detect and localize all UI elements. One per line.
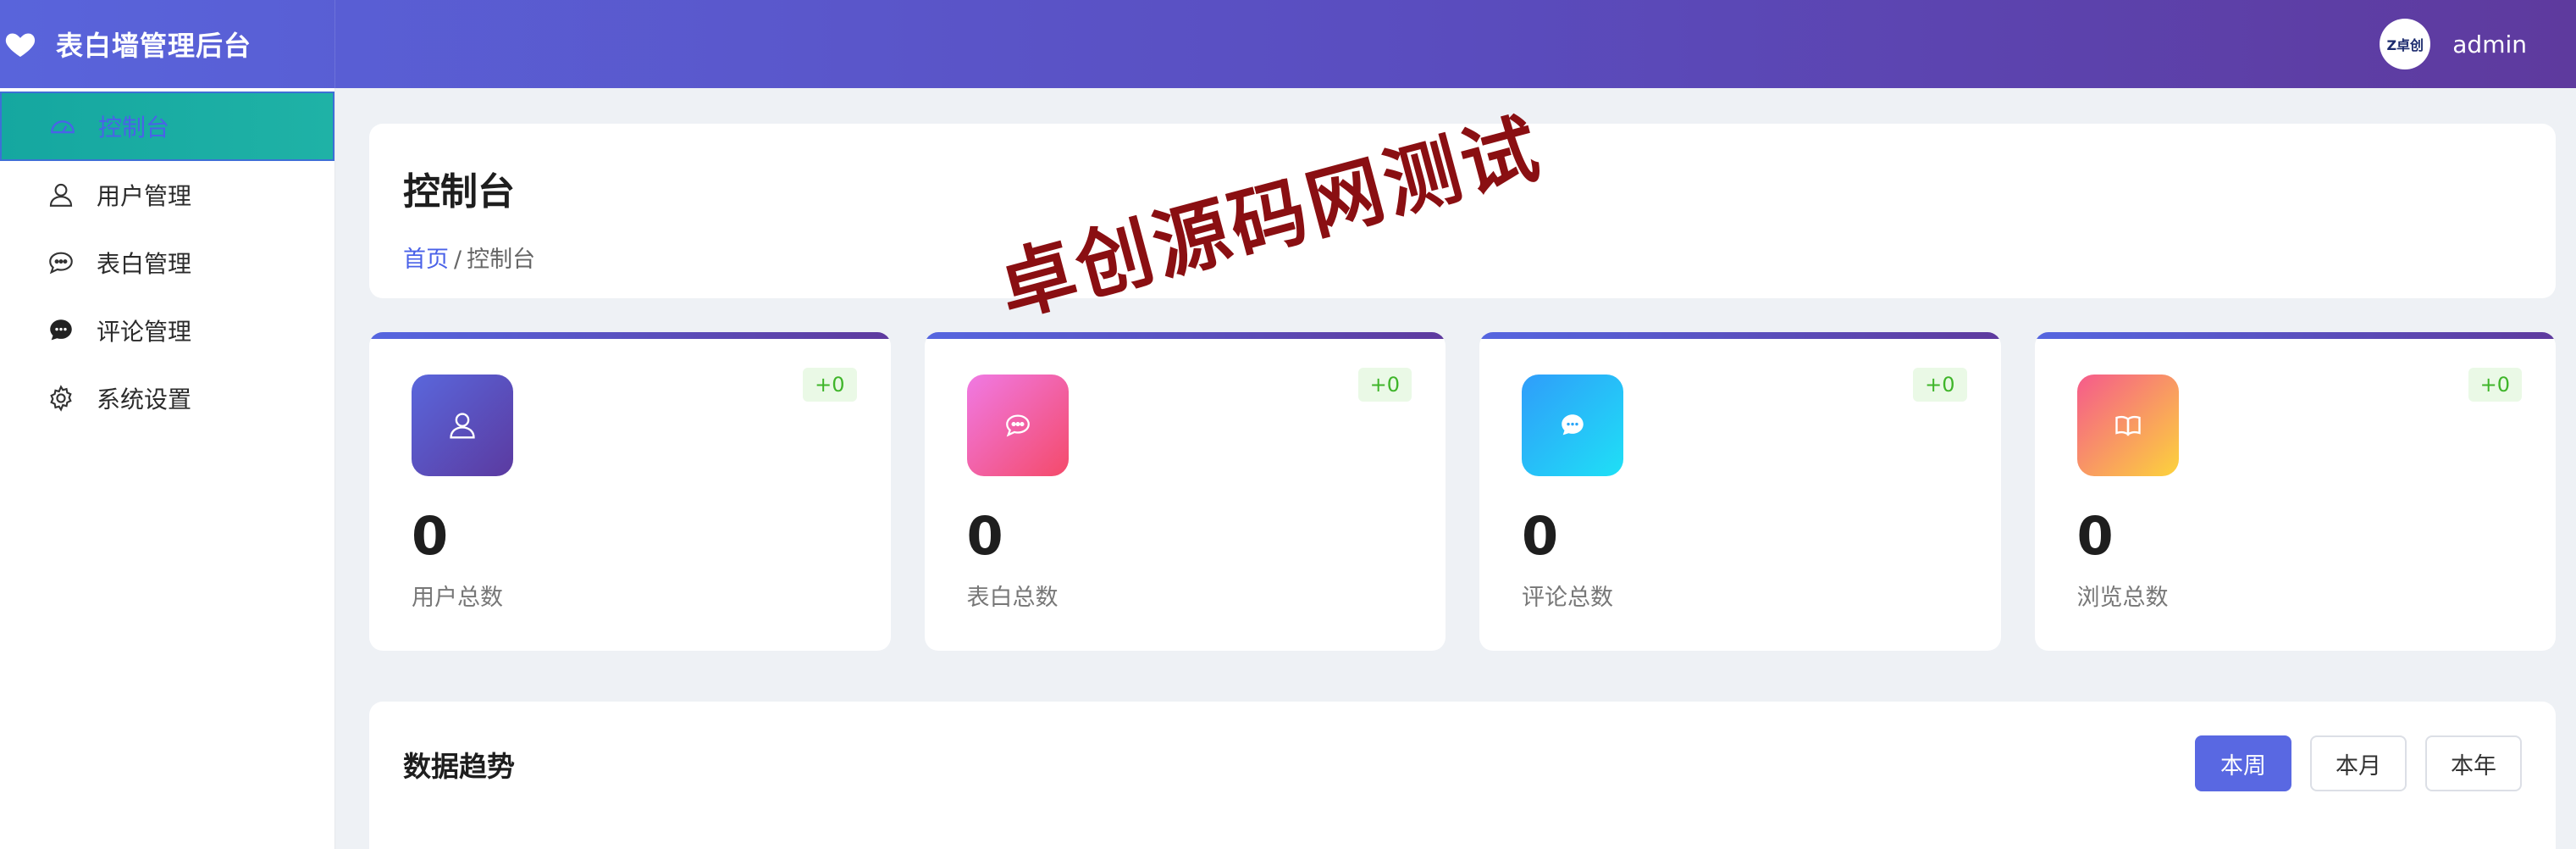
stat-card-confessions: +0 0 表白总数	[924, 332, 1446, 651]
page-header-card: 控制台 首页 / 控制台	[369, 124, 2556, 298]
breadcrumb-current: 控制台	[467, 247, 536, 273]
user-icon	[412, 375, 513, 476]
sidebar: 控制台 用户管理 表白管理 评论管理 系统设置	[0, 88, 335, 849]
sidebar-item-label: 表白管理	[97, 250, 192, 278]
tab-this-week[interactable]: 本周	[2195, 735, 2291, 791]
trend-panel: 数据趋势 本周 本月 本年	[369, 702, 2556, 849]
stat-change-badge: +0	[1913, 368, 1967, 402]
chat-bubble-icon	[966, 375, 1069, 476]
stat-label: 表白总数	[966, 585, 1059, 611]
app-title: 表白墙管理后台	[56, 30, 252, 62]
avatar[interactable]: Z卓创	[2380, 19, 2431, 69]
sidebar-item-label: 系统设置	[97, 386, 192, 413]
tab-this-month[interactable]: 本月	[2310, 735, 2407, 791]
dashboard-icon	[47, 111, 78, 142]
sidebar-item-users[interactable]: 用户管理	[0, 161, 334, 229]
stat-label: 浏览总数	[2076, 585, 2169, 611]
sidebar-item-label: 用户管理	[97, 182, 192, 210]
page-title: 控制台	[403, 170, 515, 214]
stat-value: 0	[2076, 505, 2114, 567]
sidebar-item-settings[interactable]: 系统设置	[0, 364, 334, 432]
stat-change-badge: +0	[1357, 368, 1412, 402]
stat-card-views: +0 0 浏览总数	[2034, 332, 2556, 651]
stat-card-users: +0 0 用户总数	[369, 332, 891, 651]
brand[interactable]: 表白墙管理后台	[0, 0, 335, 88]
stat-card-comments: +0 0 评论总数	[1479, 332, 2001, 651]
trend-range-tabs: 本周 本月 本年	[2195, 735, 2522, 791]
stats-row: +0 0 用户总数 +0 0 表白总数 +0 0 评论总数 +0 0 浏览总数	[369, 332, 2556, 651]
user-icon	[46, 180, 76, 210]
breadcrumb: 首页 / 控制台	[403, 241, 2556, 274]
stat-change-badge: +0	[803, 368, 857, 402]
stat-value: 0	[412, 505, 449, 567]
heart-icon	[3, 27, 37, 61]
book-icon	[2076, 375, 2179, 476]
top-header: 表白墙管理后台 Z卓创 admin	[0, 0, 2576, 88]
stat-value: 0	[966, 505, 1003, 567]
user-menu[interactable]: Z卓创 admin	[2380, 19, 2576, 69]
stat-label: 评论总数	[1522, 585, 1613, 611]
stat-value: 0	[1522, 505, 1559, 567]
sidebar-item-label: 控制台	[98, 114, 170, 142]
stat-label: 用户总数	[412, 585, 503, 611]
sidebar-item-confessions[interactable]: 表白管理	[0, 229, 334, 297]
avatar-text: Z卓创	[2386, 37, 2424, 53]
chat-bubble-icon	[46, 247, 76, 278]
breadcrumb-separator: /	[454, 247, 462, 273]
sidebar-item-comments[interactable]: 评论管理	[0, 297, 334, 364]
trend-title: 数据趋势	[403, 750, 515, 783]
comment-icon	[46, 315, 76, 346]
tab-this-year[interactable]: 本年	[2425, 735, 2522, 791]
sidebar-item-dashboard[interactable]: 控制台	[0, 92, 334, 161]
stat-change-badge: +0	[2468, 368, 2522, 402]
breadcrumb-home-link[interactable]: 首页	[403, 247, 449, 273]
comment-icon	[1522, 375, 1623, 476]
username[interactable]: admin	[2452, 31, 2527, 58]
gear-icon	[46, 383, 76, 413]
sidebar-item-label: 评论管理	[97, 318, 192, 346]
